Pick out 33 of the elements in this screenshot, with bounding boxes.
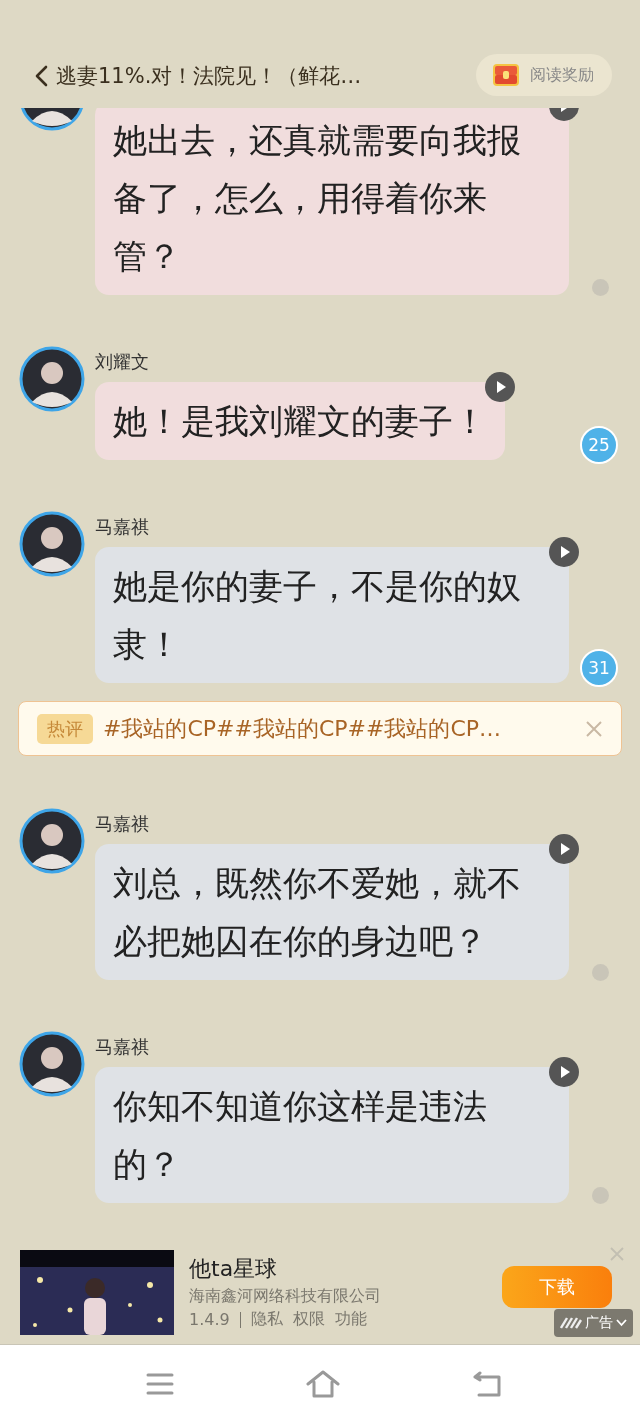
app-name: 他ta星球 [189,1255,279,1283]
play-icon[interactable] [549,537,579,567]
ad-link[interactable]: 隐私 [250,1309,283,1330]
play-icon[interactable] [549,834,579,864]
menu-icon[interactable] [146,1371,174,1396]
avatar[interactable] [19,808,85,874]
back-icon[interactable] [34,65,48,87]
hot-comment-text: #我站的CP##我站的CP##我站的CP… [103,714,503,743]
hot-comment-bar[interactable]: 热评 #我站的CP##我站的CP##我站的CP… [18,701,622,756]
treasure-chest-icon [492,62,520,88]
version-text: 1.4.9 [189,1310,230,1329]
ad-link[interactable]: 功能 [334,1309,367,1330]
speaker-name: 马嘉祺 [95,1035,150,1059]
ad-label-button[interactable]: 广告 [554,1309,633,1337]
comment-count-badge[interactable]: 31 [580,649,618,687]
home-icon[interactable] [306,1369,340,1398]
avatar[interactable] [19,1031,85,1097]
comment-count-badge[interactable]: 25 [580,426,618,464]
company-name: 海南鑫河网络科技有限公司 [189,1286,381,1307]
hot-tag: 热评 [37,713,93,744]
speaker-name: 马嘉祺 [95,812,150,836]
download-button[interactable]: 下载 [502,1266,612,1308]
chevron-down-icon [616,1319,627,1327]
reading-reward-button[interactable]: 阅读奖励 [476,54,612,96]
play-icon[interactable] [549,1057,579,1087]
play-icon[interactable] [485,372,515,402]
speaker-name: 马嘉祺 [95,515,150,539]
ad-link[interactable]: 权限 [292,1309,325,1330]
avatar[interactable] [19,511,85,577]
book-title: 逃妻11%.对！法院见！（鲜花… [56,63,362,90]
speaker-name: 刘耀文 [95,350,150,374]
logo-icon [560,1317,582,1329]
avatar[interactable] [19,346,85,412]
